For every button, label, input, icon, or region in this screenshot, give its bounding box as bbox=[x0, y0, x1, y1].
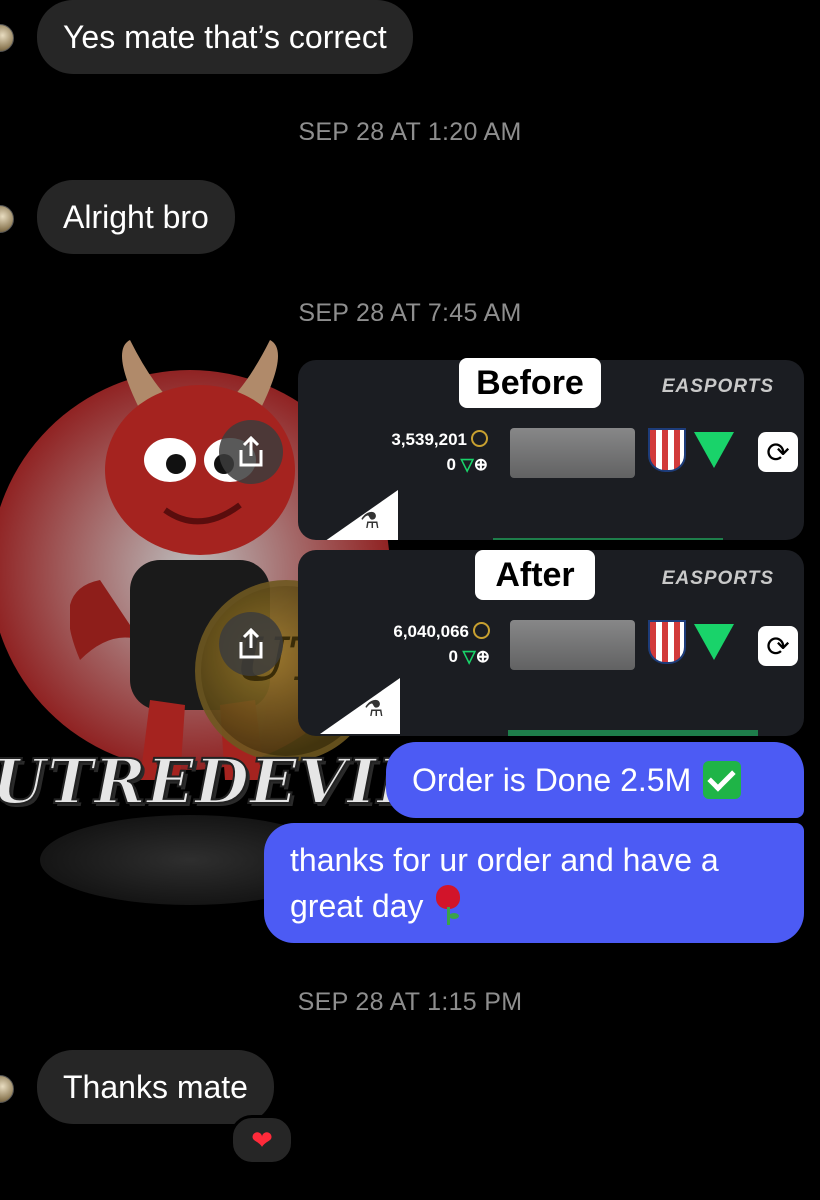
blurred-username bbox=[510, 428, 635, 478]
sender-avatar[interactable] bbox=[0, 24, 14, 52]
add-icon: ⊕ bbox=[473, 455, 488, 474]
pitch-strip bbox=[493, 538, 723, 540]
incoming-message-3[interactable]: Thanks mate bbox=[37, 1050, 274, 1124]
flask-corner bbox=[318, 490, 398, 540]
outgoing-message-2[interactable]: thanks for ur order and have a great day bbox=[264, 823, 804, 943]
coin-balance: 3,539,201 bbox=[368, 430, 488, 450]
club-badge-icon bbox=[648, 620, 686, 664]
share-button[interactable] bbox=[219, 612, 283, 676]
ea-sports-logo: EASPORTS bbox=[661, 568, 774, 589]
flask-icon: ⚗ bbox=[364, 696, 384, 721]
share-icon bbox=[239, 628, 263, 659]
add-icon: ⊕ bbox=[475, 647, 490, 666]
heart-reaction[interactable]: ❤ bbox=[230, 1115, 294, 1165]
club-badge-icon bbox=[648, 428, 686, 472]
after-label: After bbox=[475, 550, 595, 600]
timestamp-2: SEP 28 AT 7:45 AM bbox=[298, 299, 522, 327]
timestamp-3: SEP 28 AT 1:15 PM bbox=[297, 988, 523, 1016]
rose-icon bbox=[433, 885, 463, 925]
flask-corner bbox=[320, 678, 400, 734]
incoming-message-1[interactable]: Yes mate that’s correct bbox=[37, 0, 413, 74]
outgoing-message-1[interactable]: Order is Done 2.5M bbox=[386, 742, 804, 818]
fc-points-icon bbox=[694, 432, 734, 468]
sender-avatar[interactable] bbox=[0, 205, 14, 233]
check-mark-icon bbox=[703, 761, 742, 799]
timestamp-1: SEP 28 AT 1:20 AM bbox=[298, 118, 522, 146]
sync-icon: ⟳ bbox=[758, 432, 798, 472]
points-balance: 0 ▽⊕ bbox=[448, 647, 490, 666]
share-button[interactable] bbox=[219, 420, 283, 484]
ea-sports-logo: EASPORTS bbox=[661, 376, 774, 397]
blurred-username bbox=[510, 620, 635, 670]
message-text: Alright bro bbox=[63, 199, 209, 235]
share-icon bbox=[239, 436, 263, 467]
before-label: Before bbox=[459, 358, 601, 408]
heart-icon: ❤ bbox=[251, 1125, 273, 1155]
coin-icon bbox=[471, 430, 488, 447]
message-text: Order is Done 2.5M bbox=[412, 762, 692, 798]
incoming-message-2[interactable]: Alright bro bbox=[37, 180, 235, 254]
fc-points-icon bbox=[694, 624, 734, 660]
message-text: thanks for ur order and have a great day bbox=[290, 842, 719, 924]
fc-points-icon: ▽ bbox=[460, 455, 474, 474]
flask-icon: ⚗ bbox=[360, 508, 380, 533]
sync-icon: ⟳ bbox=[758, 626, 798, 666]
message-text: Yes mate that’s correct bbox=[63, 19, 387, 55]
pitch-strip bbox=[508, 730, 758, 736]
message-text: Thanks mate bbox=[63, 1069, 248, 1105]
points-balance: 0 ▽⊕ bbox=[446, 455, 488, 474]
coin-icon bbox=[473, 622, 490, 639]
coin-balance: 6,040,066 bbox=[368, 622, 490, 642]
fc-points-icon: ▽ bbox=[462, 647, 476, 666]
sender-avatar[interactable] bbox=[0, 1075, 14, 1103]
